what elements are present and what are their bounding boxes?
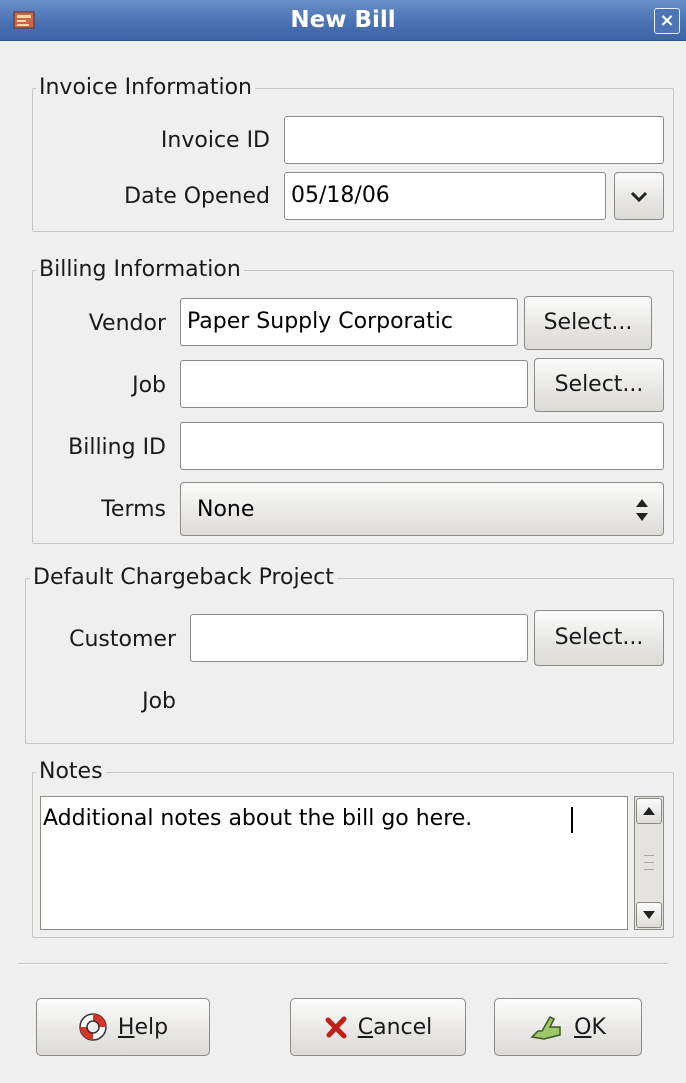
scroll-thumb-grip xyxy=(635,847,663,879)
close-icon: × xyxy=(659,10,675,31)
scroll-up-arrow-icon xyxy=(643,807,655,815)
help-label: Help xyxy=(117,1014,169,1040)
chargeback-project-legend: Default Chargeback Project xyxy=(30,565,337,591)
notes-textarea[interactable]: Additional notes about the bill go here. xyxy=(40,796,628,930)
customer-label: Customer xyxy=(69,627,176,652)
help-button[interactable]: Help xyxy=(36,998,210,1056)
date-opened-label: Date Opened xyxy=(124,184,270,209)
vendor-input[interactable]: Paper Supply Corporatic xyxy=(180,298,518,346)
vendor-label: Vendor xyxy=(88,311,166,336)
title-bar: New Bill × xyxy=(0,0,686,41)
cancel-button[interactable]: Cancel xyxy=(290,998,466,1056)
cancel-x-icon xyxy=(325,1016,347,1039)
ok-label: OK xyxy=(574,1014,606,1040)
chevron-down-icon xyxy=(630,191,648,203)
scroll-down-arrow-icon xyxy=(643,911,655,919)
invoice-id-label: Invoice ID xyxy=(160,128,270,153)
job-label: Job xyxy=(132,373,166,398)
billing-information-legend: Billing Information xyxy=(36,257,244,283)
notes-text: Additional notes about the bill go here. xyxy=(43,806,473,831)
terms-dropdown[interactable]: None xyxy=(180,482,664,536)
job-select-button[interactable]: Select... xyxy=(534,358,664,412)
chargeback-job-label: Job xyxy=(142,689,176,714)
text-cursor xyxy=(571,807,573,833)
scroll-up-button[interactable] xyxy=(636,798,662,824)
invoice-id-input[interactable] xyxy=(284,116,664,164)
customer-input[interactable] xyxy=(190,614,528,662)
vendor-select-button[interactable]: Select... xyxy=(524,296,652,350)
dialog-separator xyxy=(18,963,668,965)
invoice-information-legend: Invoice Information xyxy=(36,75,255,101)
notes-scrollbar[interactable] xyxy=(634,796,664,930)
cancel-label: Cancel xyxy=(357,1014,433,1040)
scroll-down-button[interactable] xyxy=(636,902,662,928)
job-input[interactable] xyxy=(180,360,528,408)
ok-button[interactable]: OK xyxy=(494,998,642,1056)
notes-legend: Notes xyxy=(36,759,106,785)
terms-value: None xyxy=(197,497,255,522)
lifebuoy-icon xyxy=(79,1013,107,1041)
close-button[interactable]: × xyxy=(654,8,680,34)
ok-hand-icon xyxy=(530,1016,561,1040)
date-opened-input[interactable]: 05/18/06 xyxy=(284,172,606,220)
window-title: New Bill xyxy=(290,7,396,33)
date-picker-button[interactable] xyxy=(614,172,664,220)
customer-select-button[interactable]: Select... xyxy=(534,610,664,666)
billing-id-input[interactable] xyxy=(180,422,664,470)
billing-id-label: Billing ID xyxy=(68,435,166,460)
up-down-arrows-icon xyxy=(636,499,648,521)
terms-label: Terms xyxy=(101,497,166,522)
